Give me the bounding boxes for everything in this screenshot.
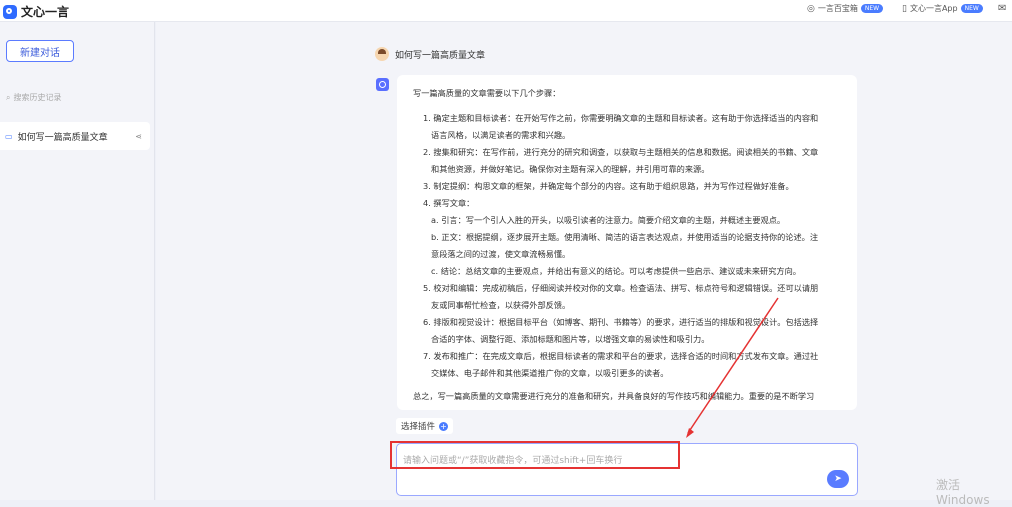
answer-line: 7. 发布和推广：在完成文章后，根据目标读者的需求和平台的要求，选择合适的时间和…: [423, 351, 819, 361]
user-avatar: [375, 47, 389, 61]
toolbox-label: 一言百宝箱: [817, 4, 858, 13]
logo-icon: [3, 4, 17, 19]
answer-line: 1. 确定主题和目标读者：在开始写作之前，你需要明确文章的主题和目标读者。这有助…: [423, 113, 819, 123]
chat-icon: ▭: [5, 131, 13, 141]
search-icon: ⌕: [6, 92, 11, 102]
phone-icon: ▯: [902, 3, 907, 14]
app-download-link[interactable]: ▯ 文心一言App NEW: [902, 3, 983, 14]
answer-line: 意段落之间的过渡，使文章流畅易懂。: [431, 249, 571, 259]
answer-line: 5. 校对和编辑：完成初稿后，仔细阅读并校对你的文章。检查语法、拼写、标点符号和…: [423, 283, 819, 293]
share-icon[interactable]: ⋖: [135, 132, 142, 141]
answer-line: 和其他资源，并做好笔记。确保你对主题有深入的理解，并引用可靠的来源。: [431, 164, 710, 174]
user-question: 如何写一篇高质量文章: [375, 47, 485, 61]
app-download-label: 文心一言App: [909, 4, 958, 13]
plus-icon: +: [439, 421, 449, 431]
plugin-label: 选择插件: [401, 422, 436, 432]
app-title: 文心一言: [21, 5, 70, 19]
answer-line: 2. 搜集和研究：在写作前，进行充分的研究和调查，以获取与主题相关的信息和数据。…: [423, 147, 819, 157]
windows-activation-watermark: 激活 Windows: [936, 478, 990, 507]
mail-icon: ✉: [998, 3, 1007, 14]
bot-avatar-icon: [376, 78, 389, 91]
chat-main: 如何写一篇高质量文章 写一篇高质量的文章需要以下几个步骤： 1. 确定主题和目标…: [156, 22, 1012, 500]
answer-line: 3. 制定提纲：构思文章的框架，并确定每个部分的内容。这有助于组织思路，并为写作…: [423, 181, 794, 191]
answer-body: 1. 确定主题和目标读者：在开始写作之前，你需要明确文章的主题和目标读者。这有助…: [413, 110, 841, 405]
new-badge: NEW: [860, 4, 884, 13]
new-badge: NEW: [960, 4, 983, 13]
answer-intro: 写一篇高质量的文章需要以下几个步骤：: [413, 88, 561, 98]
input-highlight-box: [390, 441, 680, 469]
search-placeholder: 搜索历史记录: [13, 93, 62, 102]
toolbox-link[interactable]: ◎ 一言百宝箱 NEW: [807, 3, 884, 14]
answer-line: 友或同事帮忙检查，以获得外部反馈。: [431, 300, 571, 310]
send-button[interactable]: ➤: [827, 470, 849, 488]
app-logo[interactable]: 文心一言: [3, 3, 69, 20]
history-item[interactable]: ▭ 如何写一篇高质量文章 ⋖: [0, 122, 150, 150]
answer-line: 4. 撰写文章：: [423, 198, 475, 208]
answer-line: 语言风格，以满足读者的需求和兴趣。: [431, 130, 571, 140]
answer-line: 合适的字体、调整行距、添加标题和图片等，以增强文章的易读性和吸引力。: [431, 334, 710, 344]
top-bar: 文心一言 ◎ 一言百宝箱 NEW ▯ 文心一言App NEW ✉: [0, 0, 1012, 22]
answer-line: c. 结论：总结文章的主要观点，并给出有意义的结论。可以考虑提供一些启示、建议或…: [431, 266, 801, 276]
history-item-label: 如何写一篇高质量文章: [17, 132, 108, 143]
answer-line: 交媒体、电子邮件和其他渠道推广你的文章，以吸引更多的读者。: [431, 368, 669, 378]
question-text: 如何写一篇高质量文章: [395, 50, 486, 61]
sidebar: 新建对话 ⌕ 搜索历史记录 ▭ 如何写一篇高质量文章 ⋖: [0, 22, 155, 500]
answer-line: a. 引言：写一个引人入胜的开头，以吸引读者的注意力。简要介绍文章的主题，并概述…: [431, 215, 786, 225]
new-chat-button[interactable]: 新建对话: [6, 40, 74, 62]
answer-line: 总之，写一篇高质量的文章需要进行充分的准备和研究，并具备良好的写作技巧和编辑能力…: [413, 391, 815, 401]
answer-card: 写一篇高质量的文章需要以下几个步骤： 1. 确定主题和目标读者：在开始写作之前，…: [397, 75, 857, 410]
mail-button[interactable]: ✉: [998, 3, 1006, 14]
answer-line: 6. 排版和视觉设计：根据目标平台（如博客、期刊、书籍等）的要求，进行适当的排版…: [423, 317, 819, 327]
send-icon: ➤: [834, 474, 842, 484]
history-search[interactable]: ⌕ 搜索历史记录: [6, 92, 61, 103]
location-icon: ◎: [807, 3, 815, 14]
answer-line: b. 正文：根据提纲，逐步展开主题。使用清晰、简洁的语言表达观点，并使用适当的论…: [431, 232, 819, 242]
plugin-selector[interactable]: 选择插件 +: [396, 418, 454, 434]
